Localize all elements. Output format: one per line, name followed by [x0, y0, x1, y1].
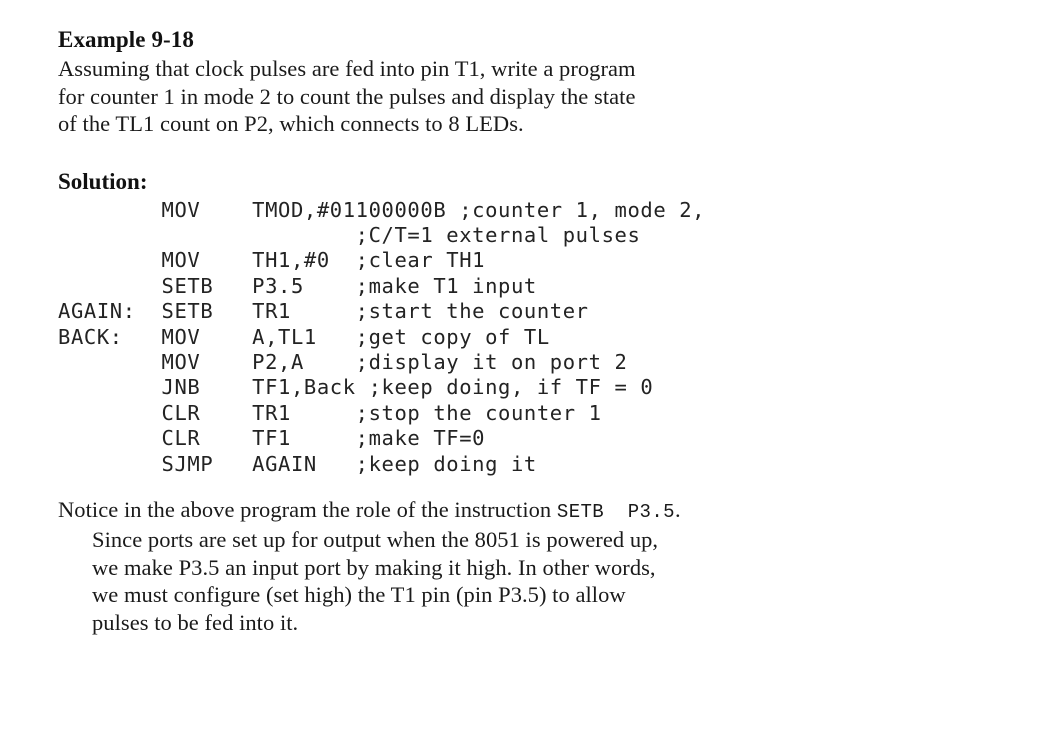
notice-text-after: .	[674, 496, 681, 522]
notice-line: Notice in the above program the role of …	[58, 496, 999, 527]
code-line: MOV TH1,#0 ;clear TH1	[58, 248, 486, 273]
code-line: MOV P2,A ;display it on port 2	[58, 349, 628, 374]
code-line: SETB P3.5 ;make T1 input	[58, 273, 537, 298]
notice-line: we make P3.5 an input port by making it …	[92, 554, 656, 580]
code-line: MOV TMOD,#01100000B ;counter 1, mode 2,	[58, 197, 706, 222]
intro-paragraph: Assuming that clock pulses are fed into …	[58, 55, 999, 138]
notice-line: we must configure (set high) the T1 pin …	[92, 582, 626, 608]
notice-text-before: Notice in the above program the role of …	[58, 496, 557, 522]
intro-line: Assuming that clock pulses are fed into …	[58, 56, 636, 81]
assembly-code-listing: MOV TMOD,#01100000B ;counter 1, mode 2, …	[58, 198, 999, 477]
code-line: CLR TF1 ;make TF=0	[58, 426, 486, 451]
page-title: Example 9-18	[58, 27, 194, 52]
code-line: AGAIN: SETB TR1 ;start the counter	[58, 299, 589, 324]
intro-line: for counter 1 in mode 2 to count the pul…	[58, 83, 636, 109]
code-line: CLR TR1 ;stop the counter 1	[58, 400, 602, 425]
notice-paragraph: Notice in the above program the role of …	[58, 496, 999, 637]
code-line: SJMP AGAIN ;keep doing it	[58, 451, 537, 476]
code-line: JNB TF1,Back ;keep doing, if TF = 0	[58, 375, 654, 400]
code-line: ;C/T=1 external pulses	[58, 222, 641, 247]
code-line: BACK: MOV A,TL1 ;get copy of TL	[58, 324, 550, 349]
solution-label: Solution:	[58, 168, 148, 194]
notice-line: pulses to be fed into it.	[92, 609, 299, 635]
notice-line: Since ports are set up for output when t…	[92, 527, 659, 553]
intro-line: of the TL1 count on P2, which connects t…	[58, 111, 524, 136]
document-page: Example 9-18 Assuming that clock pulses …	[0, 0, 1039, 755]
inline-instruction: SETB P3.5	[556, 500, 675, 523]
